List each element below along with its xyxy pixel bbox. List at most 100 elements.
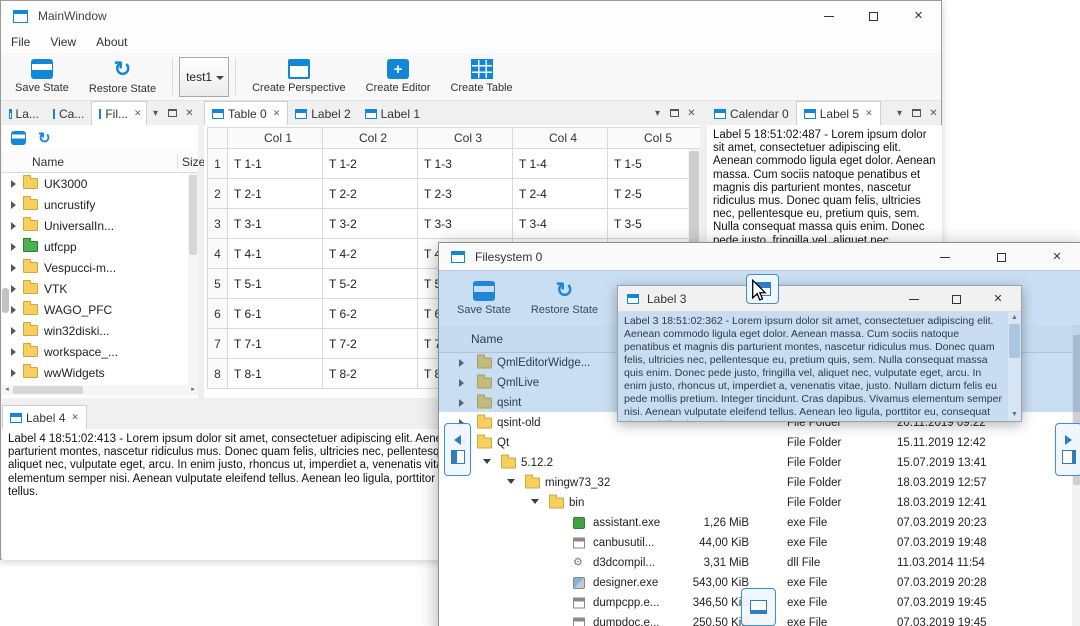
perspective-combobox[interactable]: test1 — [179, 56, 230, 97]
detach-dock-icon[interactable] — [164, 109, 181, 117]
table-cell[interactable]: T 1-3 — [418, 149, 513, 179]
table-cell[interactable]: T 2-3 — [418, 179, 513, 209]
save-state-icon[interactable] — [11, 131, 26, 145]
horizontal-scrollbar[interactable]: ◂ ▸ — [2, 385, 198, 395]
tree-item[interactable]: wwWidgets — [2, 362, 188, 383]
expand-chevron-icon[interactable] — [507, 479, 515, 484]
column-header-size[interactable]: Size — [182, 155, 205, 169]
tab-table-0[interactable]: Table 0 ✕ — [204, 101, 289, 125]
detach-dock-icon[interactable] — [908, 109, 925, 117]
expand-chevron-icon[interactable] — [11, 263, 16, 272]
main-titlebar[interactable]: MainWindow ✕ — [1, 1, 941, 31]
tab-label-4[interactable]: Label 4 ✕ — [2, 405, 87, 429]
table-cell[interactable]: T 5-2 — [323, 269, 418, 299]
scroll-up-icon[interactable]: ▲ — [1011, 312, 1018, 324]
expand-chevron-icon[interactable] — [11, 326, 16, 335]
maximize-button[interactable] — [935, 286, 977, 312]
menu-view[interactable]: View — [40, 35, 86, 49]
row-header[interactable]: 2 — [207, 179, 228, 209]
table-cell[interactable]: T 4-2 — [323, 239, 418, 269]
drop-indicator-bottom[interactable] — [741, 588, 776, 626]
expand-chevron-icon[interactable] — [11, 368, 16, 377]
drop-indicator-left[interactable] — [444, 423, 471, 476]
tree-item[interactable]: utfcpp — [2, 236, 188, 257]
tab-labels[interactable]: La... — [2, 102, 46, 125]
table-cell[interactable]: T 3-2 — [323, 209, 418, 239]
scroll-right-icon[interactable]: ▸ — [188, 385, 198, 395]
expand-chevron-icon[interactable] — [483, 459, 491, 464]
tab-calendar-0[interactable]: Calendar 0 — [707, 102, 796, 125]
table-cell[interactable]: T 3-1 — [228, 209, 323, 239]
column-header[interactable]: Col 1 — [228, 127, 323, 149]
table-cell[interactable]: T 7-1 — [228, 329, 323, 359]
tree-item[interactable]: win32diski... — [2, 320, 188, 341]
close-dock-icon[interactable]: ✕ — [181, 108, 198, 119]
table-cell[interactable]: T 3-4 — [513, 209, 608, 239]
table-cell[interactable]: T 1-2 — [323, 149, 418, 179]
file-row[interactable]: ⚙ d3dcompil... 3,31 MiB dll File 11.03.2014 … — [439, 553, 1072, 573]
table-cell[interactable]: T 3-3 — [418, 209, 513, 239]
close-button[interactable]: ✕ — [896, 1, 941, 31]
file-row[interactable]: canbusutil... 44,00 KiB exe File 07.03.2019… — [439, 533, 1072, 553]
table-cell[interactable]: T 1-5 — [608, 149, 700, 179]
table-cell[interactable]: T 4-1 — [228, 239, 323, 269]
tree-item[interactable]: uncrustify — [2, 194, 188, 215]
file-row[interactable]: 5.12.2 File Folder 15.07.2019 13:41 — [439, 453, 1072, 473]
column-header[interactable]: Col 2 — [323, 127, 418, 149]
row-header[interactable]: 4 — [207, 239, 228, 269]
row-header[interactable]: 8 — [207, 359, 228, 389]
expand-chevron-icon[interactable] — [531, 499, 539, 504]
tree-item[interactable]: UK3000 — [2, 173, 188, 194]
row-header[interactable]: 1 — [207, 149, 228, 179]
tab-close-icon[interactable]: ✕ — [71, 412, 79, 423]
table-cell[interactable]: T 6-2 — [323, 299, 418, 329]
create-perspective-button[interactable]: Create Perspective — [242, 53, 356, 100]
row-header[interactable]: 5 — [207, 269, 228, 299]
expand-chevron-icon[interactable] — [11, 347, 16, 356]
table-cell[interactable]: T 2-1 — [228, 179, 323, 209]
expand-chevron-icon[interactable] — [11, 179, 16, 188]
file-row[interactable]: bin File Folder 18.03.2019 12:41 — [439, 493, 1072, 513]
expand-chevron-icon[interactable] — [11, 305, 16, 314]
menu-about[interactable]: About — [86, 35, 137, 49]
file-row[interactable]: mingw73_32 File Folder 18.03.2019 12:57 — [439, 473, 1072, 493]
tab-label-2[interactable]: Label 2 — [288, 102, 357, 125]
tab-close-icon[interactable]: ✕ — [865, 108, 873, 119]
scroll-left-icon[interactable]: ◂ — [2, 385, 12, 395]
table-cell[interactable]: T 7-2 — [323, 329, 418, 359]
tree-item[interactable]: Vespucci-m... — [2, 257, 188, 278]
file-row[interactable]: assistant.exe 1,26 MiB exe File 07.03.2019 … — [439, 513, 1072, 533]
tab-close-icon[interactable]: ✕ — [134, 108, 142, 119]
file-row[interactable]: Qt File Folder 15.11.2019 12:42 — [439, 433, 1072, 453]
minimize-button[interactable] — [917, 243, 973, 271]
tree-item[interactable]: UniversalIn... — [2, 215, 188, 236]
restore-state-icon[interactable]: ↻ — [38, 131, 51, 146]
create-editor-button[interactable]: + Create Editor — [356, 53, 441, 100]
table-cell[interactable]: T 8-1 — [228, 359, 323, 389]
table-cell[interactable]: T 2-2 — [323, 179, 418, 209]
vertical-scrollbar[interactable] — [188, 173, 198, 385]
table-cell[interactable]: T 5-1 — [228, 269, 323, 299]
save-state-button[interactable]: Save State — [5, 53, 79, 100]
expand-chevron-icon[interactable] — [11, 242, 16, 251]
table-cell[interactable]: T 6-1 — [228, 299, 323, 329]
create-table-button[interactable]: Create Table — [440, 53, 522, 100]
table-cell[interactable]: T 1-4 — [513, 149, 608, 179]
column-header[interactable]: Col 3 — [418, 127, 513, 149]
tab-label-5[interactable]: Label 5 ✕ — [795, 101, 881, 125]
column-header[interactable]: Col 4 — [513, 127, 608, 149]
tree-item[interactable]: VTK — [2, 278, 188, 299]
column-divider[interactable] — [177, 154, 178, 169]
row-header[interactable]: 7 — [207, 329, 228, 359]
scrollbar-thumb[interactable] — [2, 288, 9, 313]
tree-item[interactable]: WAGO_PFC — [2, 299, 188, 320]
tab-list-menu-icon[interactable]: ▾ — [891, 108, 908, 119]
label3-titlebar[interactable]: Label 3 ✕ — [618, 286, 1021, 312]
tab-list-menu-icon[interactable]: ▾ — [147, 108, 164, 119]
scrollbar-thumb[interactable] — [689, 151, 699, 256]
column-header[interactable]: Col 5 — [608, 127, 700, 149]
restore-state-button[interactable]: ↻ Restore State — [79, 53, 166, 100]
tab-list-menu-icon[interactable]: ▾ — [649, 108, 666, 119]
tab-filesystem[interactable]: Fil... ✕ — [91, 101, 147, 125]
tree-item[interactable]: workspace_... — [2, 341, 188, 362]
